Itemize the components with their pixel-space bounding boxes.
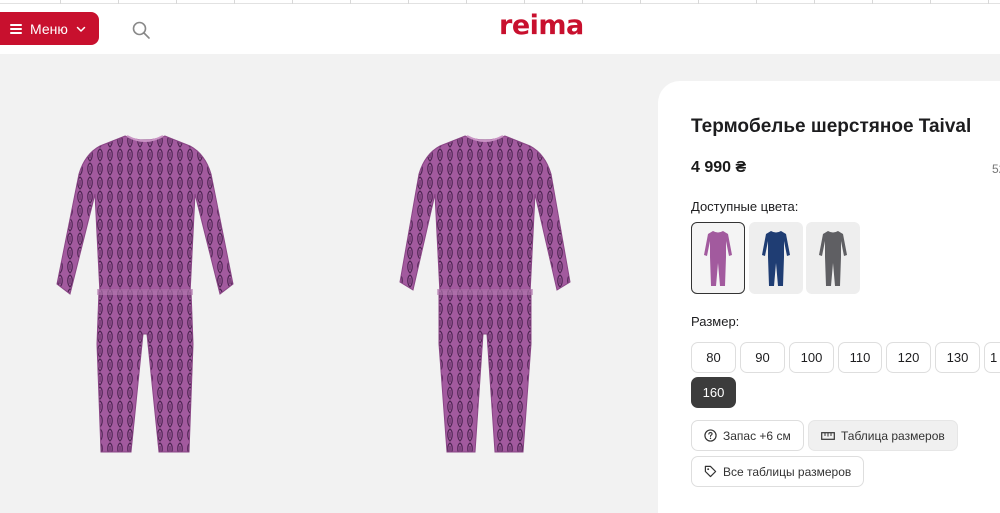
menu-button-label: Меню [30, 20, 68, 37]
size-option[interactable]: 130 [935, 342, 980, 373]
size-option[interactable]: 80 [691, 342, 736, 373]
product-image-2[interactable] [395, 134, 575, 454]
site-header: Меню reima [0, 4, 1000, 54]
chevron-down-icon [76, 26, 86, 32]
size-table-label: Таблица размеров [841, 428, 945, 443]
size-option[interactable]: 110 [838, 342, 882, 373]
product-info-panel: Термобелье шерстяное Taival 4 990 ₴ 52 Д… [658, 81, 1000, 513]
size-option-partial[interactable]: 1 [984, 342, 1000, 373]
size-option-selected[interactable]: 160 [691, 377, 736, 408]
colors-label: Доступные цвета: [691, 199, 799, 214]
secondary-price-cut: 52 [992, 162, 1000, 176]
size-table-button[interactable]: Таблица размеров [808, 420, 958, 451]
fit-allowance-button[interactable]: Запас +6 см [691, 420, 804, 451]
thermal-set-grey-icon [819, 231, 847, 286]
all-size-tables-button[interactable]: Все таблицы размеров [691, 456, 865, 487]
product-gallery [0, 54, 658, 513]
fit-allowance-label: Запас +6 см [723, 428, 791, 443]
color-swatch-navy[interactable] [749, 222, 803, 294]
size-option[interactable]: 90 [740, 342, 785, 373]
color-swatch-grey[interactable] [806, 222, 860, 294]
all-size-tables-label: Все таблицы размеров [723, 464, 852, 479]
search-icon[interactable] [131, 20, 151, 40]
product-title: Термобелье шерстяное Taival [691, 116, 972, 137]
product-price: 4 990 ₴ [691, 159, 747, 176]
size-option[interactable]: 100 [789, 342, 834, 373]
menu-button[interactable]: Меню [0, 12, 99, 45]
product-image-1[interactable] [55, 134, 235, 454]
question-circle-icon [704, 429, 717, 442]
size-option[interactable]: 120 [886, 342, 931, 373]
tag-icon [704, 465, 717, 478]
color-swatch-purple[interactable] [691, 222, 745, 294]
thermal-set-navy-icon [762, 231, 790, 286]
size-label: Размер: [691, 314, 740, 329]
burger-menu-icon [10, 23, 22, 34]
thermal-set-purple-icon [704, 231, 732, 286]
reima-logo[interactable]: reima [499, 10, 584, 41]
ruler-icon [821, 431, 835, 440]
